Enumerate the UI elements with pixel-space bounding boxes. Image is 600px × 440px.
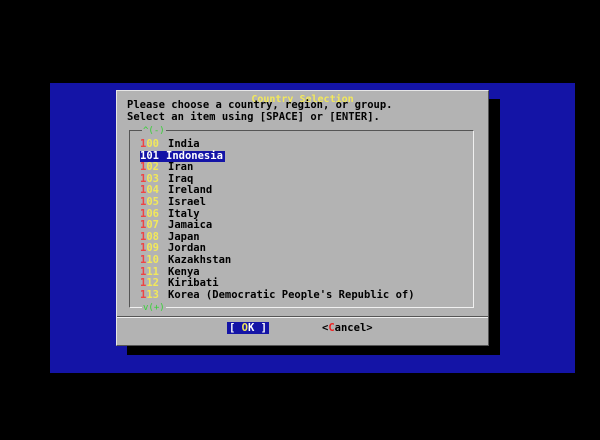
scroll-down-indicator[interactable]: v(+) [142, 303, 166, 313]
prompt-line-1: Please choose a country, region, or grou… [127, 99, 393, 111]
item-label: Kiribati [168, 277, 219, 290]
item-label: Israel [168, 195, 206, 208]
item-label: Korea (Democratic People's Republic of) [168, 288, 415, 301]
item-tag: 113 [140, 288, 159, 301]
ok-button[interactable]: [ OK ] [227, 322, 269, 334]
cancel-label-rest: ancel [334, 322, 367, 334]
country-list: 100 India 101 Indonesia 102 Iran 103 Iraq 104 Ire… [140, 138, 417, 302]
list-item[interactable]: 113 Korea (Democratic People's Republic o… [140, 288, 417, 302]
cancel-button[interactable]: <Cancel> [322, 322, 373, 334]
item-label: Jamaica [168, 219, 213, 232]
list-item[interactable]: 100 India [140, 138, 417, 151]
item-label: India [168, 138, 200, 150]
list-item[interactable]: 110 Kazakhstan [140, 253, 417, 267]
button-separator [117, 316, 488, 318]
scroll-up-indicator[interactable]: ^(-) [142, 126, 166, 136]
list-item[interactable]: 112 Kiribati [140, 277, 417, 290]
list-item[interactable]: 105 Israel [140, 195, 417, 209]
prompt-line-2: Select an item using [SPACE] or [ENTER]. [127, 110, 380, 123]
country-selection-dialog: Country Selection Please choose a countr… [116, 90, 489, 346]
item-label: Kazakhstan [168, 253, 232, 266]
list-item[interactable]: 107 Jamaica [140, 219, 417, 232]
dialog-prompt: Please choose a country, region, or grou… [127, 99, 393, 123]
country-listbox[interactable]: ^(-) 100 India 101 Indonesia 102 Iran 103 Iraq 1… [129, 126, 474, 313]
ok-label-rest: K [247, 322, 255, 334]
